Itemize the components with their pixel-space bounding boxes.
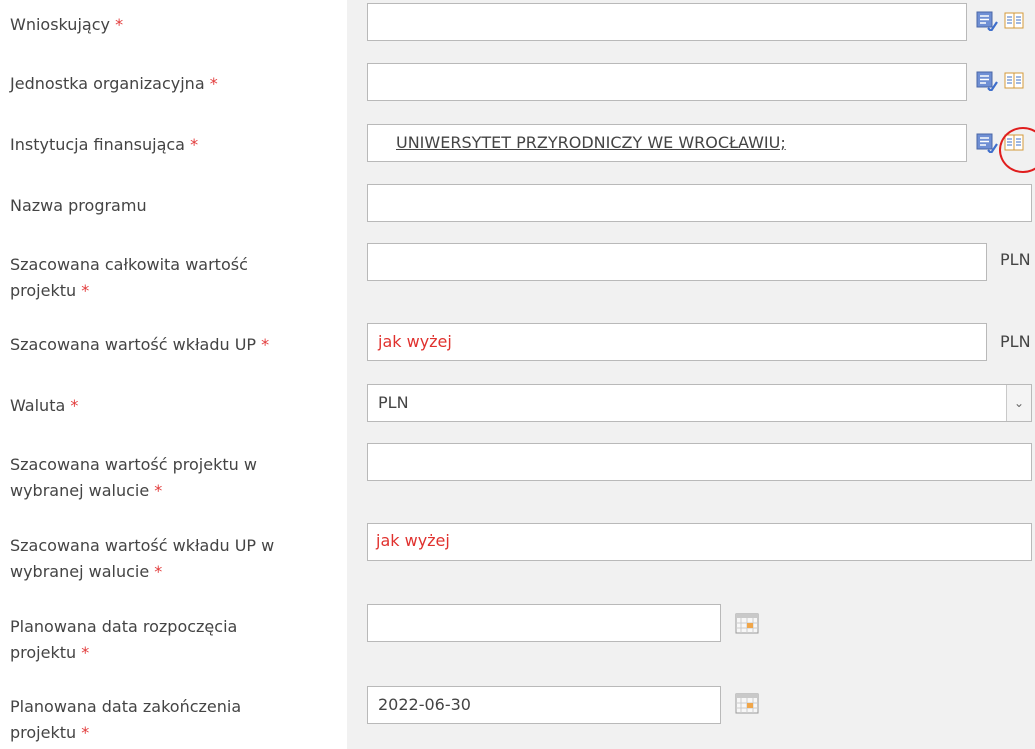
label-nazwa-programu: Nazwa programu [10, 196, 147, 215]
wklad-waluta-value: jak wyżej [376, 531, 450, 550]
address-book-icon[interactable] [1004, 11, 1026, 31]
required-marker: * [190, 135, 199, 154]
required-marker: * [115, 15, 124, 34]
edit-list-icon[interactable] [976, 71, 998, 91]
label-jednostka: Jednostka organizacyjna * [10, 74, 218, 93]
calendar-icon[interactable] [735, 692, 759, 714]
waluta-select[interactable]: PLN ⌄ [367, 384, 1032, 422]
label-instytucja: Instytucja finansująca * [10, 135, 199, 154]
required-marker: * [154, 481, 163, 500]
wartosc-calkowita-input[interactable] [367, 243, 987, 281]
required-marker: * [154, 562, 163, 581]
required-marker: * [209, 74, 218, 93]
required-marker: * [81, 643, 90, 662]
edit-list-icon[interactable] [976, 133, 998, 153]
required-marker: * [70, 396, 79, 415]
nazwa-programu-input[interactable] [367, 184, 1032, 222]
wnioskujacy-input[interactable] [367, 3, 967, 41]
data-zakonczenia-value: 2022-06-30 [378, 695, 471, 714]
chevron-down-icon[interactable]: ⌄ [1006, 385, 1031, 421]
jednostka-input[interactable] [367, 63, 967, 101]
required-marker: * [81, 281, 90, 300]
wartosc-wkladu-value: jak wyżej [378, 332, 452, 351]
label-wklad-waluta: Szacowana wartość wkładu UP w wybranej w… [10, 536, 275, 581]
label-data-zakonczenia: Planowana data zakończenia projektu * [10, 697, 242, 742]
wartosc-waluta-input[interactable] [367, 443, 1032, 481]
edit-list-icon[interactable] [976, 11, 998, 31]
label-wartosc-waluta: Szacowana wartość projektu w wybranej wa… [10, 455, 257, 500]
instytucja-value-link[interactable]: UNIWERSYTET PRZYRODNICZY WE WROCŁAWIU; [378, 133, 786, 152]
data-zakonczenia-input[interactable]: 2022-06-30 [367, 686, 721, 724]
label-data-rozpoczecia: Planowana data rozpoczęcia projektu * [10, 617, 238, 662]
data-rozpoczecia-input[interactable] [367, 604, 721, 642]
label-wnioskujacy: Wnioskujący * [10, 15, 124, 34]
required-marker: * [81, 723, 90, 742]
label-wartosc-wkladu: Szacowana wartość wkładu UP * [10, 335, 270, 354]
instytucja-input[interactable]: UNIWERSYTET PRZYRODNICZY WE WROCŁAWIU; [367, 124, 967, 162]
label-waluta: Waluta * [10, 396, 79, 415]
wklad-waluta-input[interactable]: jak wyżej [367, 523, 1032, 561]
required-marker: * [261, 335, 270, 354]
address-book-icon[interactable] [1004, 71, 1026, 91]
calendar-icon[interactable] [735, 612, 759, 634]
currency-unit-label: PLN [1000, 250, 1031, 269]
currency-unit-label: PLN [1000, 332, 1031, 351]
waluta-selected-value: PLN [378, 393, 409, 412]
label-wartosc-calkowita: Szacowana całkowita wartość projektu * [10, 255, 248, 300]
wartosc-wkladu-input[interactable]: jak wyżej [367, 323, 987, 361]
